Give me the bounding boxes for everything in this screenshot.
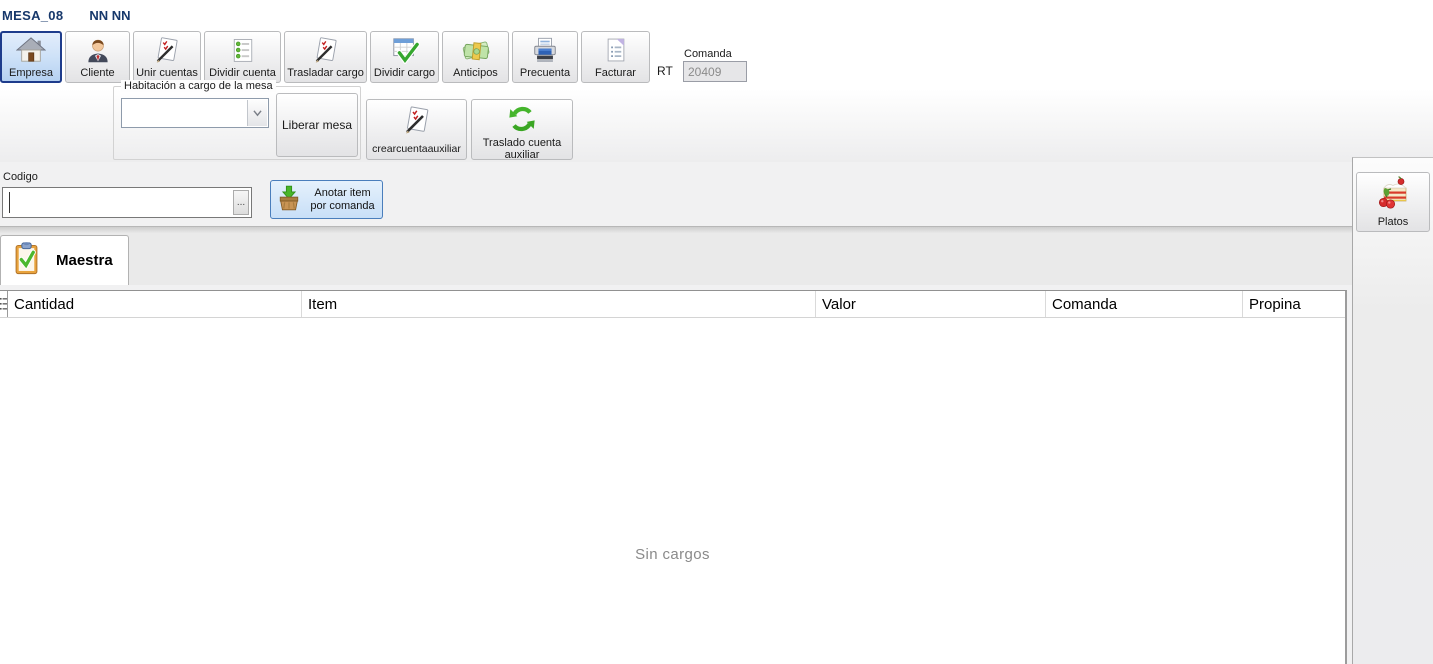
dividir-cargo-button[interactable]: Dividir cargo — [370, 31, 439, 83]
tab-maestra-label: Maestra — [56, 252, 113, 269]
right-panel: Platos — [1352, 157, 1433, 664]
column-header-comanda[interactable]: Comanda — [1046, 291, 1243, 317]
traslado-cuenta-auxiliar-button[interactable]: Traslado cuenta auxiliar — [471, 99, 573, 160]
clipboard-check-icon — [13, 241, 40, 281]
printer-icon — [530, 35, 560, 65]
box-arrow-down-icon — [275, 183, 303, 216]
toolbar-button-label: Empresa — [9, 67, 53, 79]
cliente-button[interactable]: Cliente — [65, 31, 130, 83]
note-pen-icon — [401, 104, 433, 139]
grid-header-row: Cantidad Item Valor Comanda Propina — [0, 291, 1345, 318]
rt-label: RT — [657, 64, 673, 78]
toolbar-button-label: Dividir cuenta — [209, 67, 276, 79]
note-pen-icon — [311, 35, 341, 65]
tab-maestra[interactable]: Maestra — [0, 235, 129, 285]
toolbar-button-label: Trasladar cargo — [287, 67, 364, 79]
table-check-icon — [390, 35, 420, 65]
codigo-label: Codigo — [3, 171, 38, 183]
invoice-list-icon — [602, 35, 630, 65]
comanda-label: Comanda — [684, 48, 732, 60]
column-header-item[interactable]: Item — [302, 291, 816, 317]
codigo-browse-button[interactable]: ... — [233, 190, 249, 215]
room-groupbox: Habitación a cargo de la mesa Liberar me… — [113, 86, 361, 160]
column-header-cantidad[interactable]: Cantidad — [8, 291, 302, 317]
pos-window: MESA_08 NN NN Empresa — [0, 0, 1433, 664]
platos-button-label: Platos — [1378, 216, 1409, 228]
person-icon — [84, 35, 112, 65]
dividir-cuenta-button[interactable]: Dividir cuenta — [204, 31, 281, 83]
codigo-input[interactable]: ... — [2, 187, 252, 218]
main-toolbar: Empresa Cliente — [0, 31, 650, 83]
dessert-cake-icon — [1375, 175, 1411, 214]
list-bullets-icon — [229, 35, 257, 65]
content-zone: Codigo ... Anotar item por comanda — [0, 162, 1352, 664]
toolbar-button-label: Facturar — [595, 67, 636, 79]
recycle-arrows-icon — [507, 104, 537, 137]
table-name: MESA_08 — [2, 8, 63, 23]
anotar-item-button[interactable]: Anotar item por comanda — [270, 180, 383, 219]
anotar-item-label: Anotar item por comanda — [307, 187, 378, 213]
tab-strip: Maestra — [0, 233, 1352, 285]
room-groupbox-label: Habitación a cargo de la mesa — [121, 80, 276, 92]
unir-cuentas-button[interactable]: Unir cuentas — [133, 31, 201, 83]
horizontal-divider — [0, 226, 1352, 233]
customer-name: NN NN — [89, 8, 130, 23]
toolbar-button-label: Anticipos — [453, 67, 498, 79]
toolbar-button-label: Dividir cargo — [374, 67, 435, 79]
text-caret — [9, 192, 10, 213]
aux-button-label: crearcuentaauxiliar — [372, 143, 461, 155]
row-indicator-icon — [0, 291, 8, 317]
toolbar-button-label: Cliente — [80, 67, 114, 79]
empresa-button[interactable]: Empresa — [0, 31, 62, 83]
house-icon — [16, 35, 46, 65]
toolbar-button-label: Precuenta — [520, 67, 570, 79]
chevron-down-icon — [252, 104, 263, 122]
liberar-mesa-button[interactable]: Liberar mesa — [276, 93, 358, 157]
money-icon — [460, 35, 492, 65]
trasladar-cargo-button[interactable]: Trasladar cargo — [284, 31, 367, 83]
crear-cuenta-auxiliar-button[interactable]: crearcuentaauxiliar — [366, 99, 467, 160]
top-toolbar-zone: MESA_08 NN NN Empresa — [0, 0, 1433, 162]
platos-button[interactable]: Platos — [1356, 172, 1430, 232]
precuenta-button[interactable]: Precuenta — [512, 31, 578, 83]
aux-button-label: Traslado cuenta auxiliar — [474, 137, 570, 161]
comanda-input — [683, 61, 747, 82]
anticipos-button[interactable]: Anticipos — [442, 31, 509, 83]
column-header-valor[interactable]: Valor — [816, 291, 1046, 317]
note-pen-icon — [152, 35, 182, 65]
combobox-dropdown-button[interactable] — [247, 100, 267, 126]
facturar-button[interactable]: Facturar — [581, 31, 650, 83]
grid-empty-message: Sin cargos — [0, 546, 1345, 563]
column-header-propina[interactable]: Propina — [1243, 291, 1345, 317]
items-grid: Cantidad Item Valor Comanda Propina Sin … — [0, 290, 1347, 664]
toolbar-button-label: Unir cuentas — [136, 67, 198, 79]
room-combobox[interactable] — [121, 98, 269, 128]
titlebar: MESA_08 NN NN — [2, 8, 131, 23]
